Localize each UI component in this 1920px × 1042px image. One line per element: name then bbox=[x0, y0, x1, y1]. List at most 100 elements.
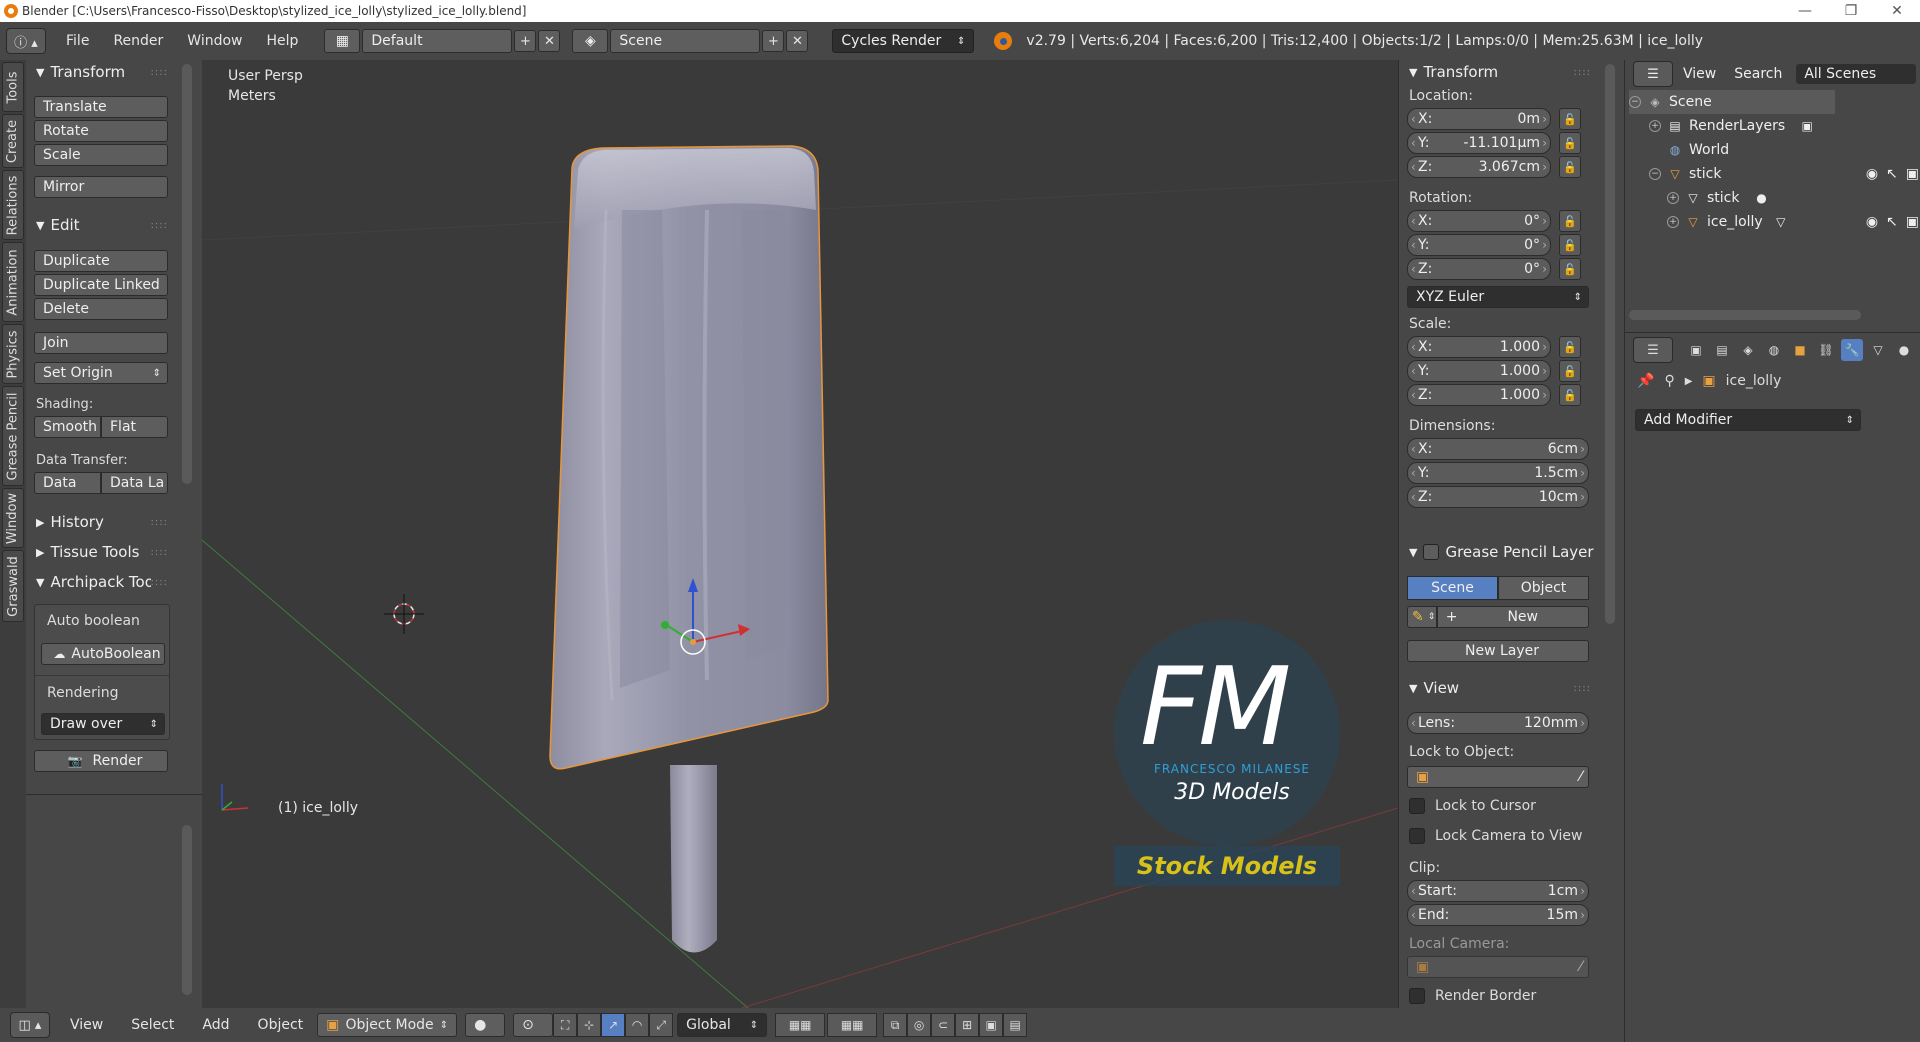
archipack-panel-header[interactable]: ▼ Archipack Tools :::: bbox=[26, 570, 176, 594]
render-border-checkbox[interactable] bbox=[1409, 988, 1425, 1004]
editor-type-button[interactable]: ⓘ ▴ bbox=[6, 28, 46, 54]
transform-panel-header[interactable]: ▼ Transform :::: bbox=[26, 60, 176, 84]
menu-view[interactable]: View bbox=[70, 1017, 103, 1033]
lock-object-field[interactable]: ▣ ⁄ bbox=[1407, 766, 1589, 788]
tree-item-renderlayers[interactable]: + ▤ RenderLayers ▣ bbox=[1649, 114, 1821, 138]
snap-toggle-button[interactable]: ⊂ bbox=[931, 1013, 956, 1037]
layers-group-2[interactable]: ▦▦ bbox=[827, 1013, 878, 1037]
flat-button[interactable]: Flat bbox=[101, 416, 168, 438]
minimize-button[interactable]: — bbox=[1782, 3, 1828, 19]
scale-z-field[interactable]: Z:1.000 bbox=[1407, 384, 1551, 406]
lock-to-cursor-checkbox[interactable] bbox=[1409, 798, 1425, 814]
orientation-dropdown[interactable]: Global ⇕ bbox=[677, 1013, 768, 1037]
tab-tools[interactable]: Tools bbox=[2, 62, 24, 112]
duplicate-linked-button[interactable]: Duplicate Linked bbox=[34, 274, 168, 296]
rotation-x-field[interactable]: X:0° bbox=[1407, 210, 1551, 232]
material-tab-icon[interactable]: ● bbox=[1893, 339, 1915, 361]
render-tab-icon[interactable]: ▣ bbox=[1685, 339, 1707, 361]
tissue-tools-panel-header[interactable]: ▶ Tissue Tools :::: bbox=[26, 540, 176, 564]
screen-layout-field[interactable]: Default bbox=[362, 29, 513, 53]
render-engine-dropdown[interactable]: Cycles Render ⇕ bbox=[832, 29, 975, 53]
npanel-transform-header[interactable]: ▼ Transform :::: bbox=[1399, 60, 1599, 84]
cursor-select-icon[interactable]: ↖ bbox=[1886, 214, 1898, 230]
lock-icon[interactable]: 🔓 bbox=[1559, 108, 1581, 130]
drag-grip-icon[interactable]: :::: bbox=[1574, 67, 1591, 78]
smooth-button[interactable]: Smooth bbox=[34, 416, 101, 438]
outliner-display-mode-dropdown[interactable]: All Scenes bbox=[1796, 64, 1916, 84]
camera-render-icon[interactable]: ▣ bbox=[1906, 166, 1919, 182]
gp-pencil-dropdown[interactable]: ✎ ⇕ bbox=[1407, 606, 1437, 628]
drag-grip-icon[interactable]: :::: bbox=[151, 517, 168, 528]
expand-toggle-icon[interactable]: + bbox=[1667, 216, 1679, 228]
tab-grease-pencil[interactable]: Grease Pencil bbox=[2, 386, 24, 486]
clip-start-field[interactable]: Start:1cm bbox=[1407, 880, 1589, 902]
properties-editor-type-button[interactable]: ☰ bbox=[1633, 337, 1673, 363]
tab-animation[interactable]: Animation bbox=[2, 242, 24, 322]
translate-button[interactable]: Translate bbox=[34, 96, 168, 118]
clip-end-field[interactable]: End:15m bbox=[1407, 904, 1589, 926]
tab-relations[interactable]: Relations bbox=[2, 170, 24, 240]
archipack-render-button[interactable]: 📷 Render bbox=[34, 750, 168, 772]
drag-grip-icon[interactable]: :::: bbox=[1574, 683, 1591, 694]
lock-icon[interactable]: 🔓 bbox=[1559, 384, 1581, 406]
drag-grip-icon[interactable]: :::: bbox=[151, 220, 168, 231]
tab-graswald[interactable]: Graswald bbox=[2, 550, 24, 622]
mode-dropdown[interactable]: ▣ Object Mode ⇕ bbox=[317, 1013, 458, 1037]
rotation-y-field[interactable]: Y:0° bbox=[1407, 234, 1551, 256]
menu-render[interactable]: Render bbox=[113, 33, 163, 49]
remove-screen-button[interactable]: ✕ bbox=[538, 30, 561, 52]
draw-over-dropdown[interactable]: Draw over ⇕ bbox=[41, 713, 165, 735]
mirror-button[interactable]: Mirror bbox=[34, 176, 168, 198]
data-tab-icon[interactable]: ▽ bbox=[1867, 339, 1889, 361]
view-panel-header[interactable]: ▼ View :::: bbox=[1399, 676, 1599, 700]
rotate-icon-button[interactable]: ◠ bbox=[625, 1013, 650, 1037]
lock-icon[interactable]: 🔓 bbox=[1559, 210, 1581, 232]
dimensions-x-field[interactable]: X:6cm bbox=[1407, 438, 1589, 460]
constraints-tab-icon[interactable]: ⛓ bbox=[1815, 339, 1837, 361]
gp-object-toggle[interactable]: Object bbox=[1498, 576, 1589, 600]
menu-help[interactable]: Help bbox=[266, 33, 298, 49]
tool-options-scrollbar[interactable] bbox=[182, 825, 192, 995]
eyedropper-icon[interactable]: ⁄ bbox=[1580, 769, 1582, 785]
scene-field[interactable]: Scene bbox=[610, 29, 761, 53]
scene-icon-button[interactable]: ◈ bbox=[572, 29, 609, 53]
eyedropper-icon[interactable]: ⁄ bbox=[1580, 959, 1582, 975]
rotate-manipulator-button[interactable]: ↗ bbox=[601, 1013, 626, 1037]
opengl-render-button[interactable]: ▣ bbox=[979, 1013, 1004, 1037]
remove-scene-button[interactable]: ✕ bbox=[786, 30, 809, 52]
collapse-toggle-icon[interactable]: − bbox=[1629, 96, 1641, 108]
outliner-hscrollbar[interactable] bbox=[1629, 310, 1861, 320]
toolshelf-scrollbar[interactable] bbox=[182, 64, 192, 484]
tree-item-stick-object[interactable]: − ▽ stick ◉ ↖ ▣ bbox=[1649, 162, 1919, 186]
scale-button[interactable]: Scale bbox=[34, 144, 168, 166]
lock-icon[interactable]: 🔓 bbox=[1559, 360, 1581, 382]
viewport-shading-dropdown[interactable]: ● bbox=[465, 1013, 506, 1037]
menu-object[interactable]: Object bbox=[258, 1017, 304, 1033]
scene-tab-icon[interactable]: ◈ bbox=[1737, 339, 1759, 361]
viewport-editor-type-button[interactable]: ◫ ▴ bbox=[10, 1012, 50, 1038]
set-origin-dropdown[interactable]: Set Origin ⇕ bbox=[34, 362, 168, 384]
gp-scene-toggle[interactable]: Scene bbox=[1407, 576, 1498, 600]
grease-pencil-enable-checkbox[interactable] bbox=[1423, 544, 1440, 560]
gp-new-button[interactable]: + New bbox=[1436, 606, 1589, 628]
history-panel-header[interactable]: ▶ History :::: bbox=[26, 510, 176, 534]
tab-physics[interactable]: Physics bbox=[2, 324, 24, 384]
snap-element-button[interactable]: ⊞ bbox=[955, 1013, 980, 1037]
close-button[interactable]: ✕ bbox=[1874, 3, 1920, 19]
eye-icon[interactable]: ◉ bbox=[1866, 166, 1878, 182]
tree-item-scene[interactable]: − ◈ Scene bbox=[1629, 90, 1835, 114]
drag-grip-icon[interactable]: :::: bbox=[151, 67, 168, 78]
pin-icon[interactable]: 📌 bbox=[1637, 373, 1654, 389]
edit-panel-header[interactable]: ▼ Edit :::: bbox=[26, 213, 176, 237]
pivot-dropdown[interactable]: ⊙ bbox=[513, 1013, 554, 1037]
render-border-row[interactable]: Render Border bbox=[1409, 988, 1536, 1004]
tab-create[interactable]: Create bbox=[2, 114, 24, 168]
modifiers-tab-icon[interactable]: 🔧 bbox=[1841, 339, 1863, 361]
add-scene-button[interactable]: + bbox=[762, 30, 785, 52]
scale-y-field[interactable]: Y:1.000 bbox=[1407, 360, 1551, 382]
tree-item-ice-lolly[interactable]: + ▽ ice_lolly ▽ ◉ ↖ ▣ bbox=[1667, 210, 1919, 234]
lock-to-cursor-row[interactable]: Lock to Cursor bbox=[1409, 798, 1536, 814]
rotation-z-field[interactable]: Z:0° bbox=[1407, 258, 1551, 280]
rotate-button[interactable]: Rotate bbox=[34, 120, 168, 142]
3d-viewport[interactable]: User Persp Meters (1) ice_lolly FM FRANC… bbox=[202, 60, 1398, 1008]
